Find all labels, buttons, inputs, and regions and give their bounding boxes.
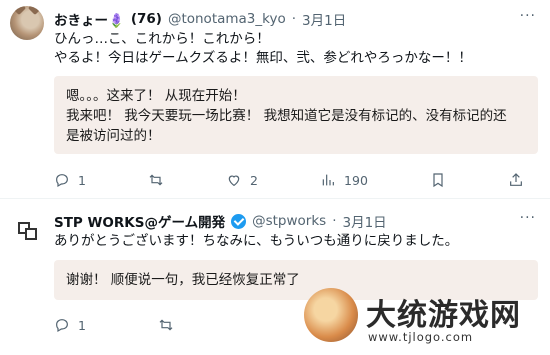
reply-count: 1	[78, 317, 86, 333]
retweet-icon	[149, 174, 163, 186]
retweet-button[interactable]	[148, 172, 164, 188]
handle[interactable]: @tonotama3_kyo	[168, 11, 286, 27]
watermark-url: www.tjlogo.com	[368, 330, 474, 344]
reply-button[interactable]: 1	[54, 172, 86, 188]
display-name[interactable]: おきょー🪻	[54, 9, 125, 29]
verified-badge-icon	[231, 213, 247, 229]
action-bar: 1 2 190	[54, 172, 524, 188]
reply-icon	[56, 174, 68, 188]
tweet-date[interactable]: 3月1日	[342, 211, 386, 231]
more-options-icon[interactable]: ···	[520, 8, 536, 24]
tweet-text-line-1: ありがとうございます！ちなみに、もういつも通りに戻りました。	[54, 233, 459, 249]
heart-icon	[228, 175, 240, 187]
view-count: 190	[344, 172, 368, 188]
retweet-button[interactable]	[158, 317, 174, 333]
site-watermark: 大统游戏网 www.tjlogo.com	[302, 286, 550, 355]
count-badge: (76)	[130, 11, 162, 27]
reply-icon	[56, 319, 68, 333]
tweet-text-line-2: やるよ！今日はゲームクズるよ！無印、弐、参どれやろっかなー！！	[54, 50, 472, 66]
action-bar: 1	[54, 317, 174, 333]
display-name[interactable]: STP WORKS@ゲーム開発	[54, 211, 225, 231]
translation-line-3: 是被访问过的！	[66, 128, 161, 144]
tweet-header: STP WORKS@ゲーム開発 @stpworks · 3月1日	[54, 211, 387, 231]
separator: ·	[291, 11, 297, 27]
tweet-header: おきょー🪻 (76) @tonotama3_kyo · 3月1日	[54, 9, 346, 29]
tweet-okyo[interactable]: おきょー🪻 (76) @tonotama3_kyo · 3月1日 ··· ひんっ…	[0, 0, 550, 196]
like-count: 2	[250, 172, 258, 188]
share-button[interactable]	[508, 172, 524, 188]
views-icon	[322, 174, 334, 186]
translation-line-1: 嗯。。。这来了！ 从现在开始！	[66, 88, 246, 104]
share-icon	[510, 173, 522, 186]
avatar[interactable]	[10, 6, 44, 40]
watermark-logo-icon	[304, 288, 358, 342]
reply-count: 1	[78, 172, 86, 188]
reply-button[interactable]: 1	[54, 317, 86, 333]
translation-line-2: 我来吧！ 我今天要玩一场比赛！ 我想知道它是没有标记的、没有标记的还	[66, 108, 507, 124]
like-button[interactable]: 2	[226, 172, 258, 188]
retweet-icon	[159, 319, 173, 331]
handle[interactable]: @stpworks	[252, 213, 326, 229]
translation-box: 嗯。。。这来了！ 从现在开始！ 我来吧！ 我今天要玩一场比赛！ 我想知道它是没有…	[54, 76, 538, 154]
views-button[interactable]: 190	[320, 172, 368, 188]
tweet-divider	[0, 198, 550, 199]
bookmark-button[interactable]	[430, 172, 446, 188]
watermark-title: 大统游戏网	[366, 298, 521, 333]
tweet-text-line-1: ひんっ…こ、これから！これから！	[54, 31, 270, 47]
bookmark-icon	[433, 173, 443, 188]
more-options-icon[interactable]: ···	[520, 210, 536, 226]
separator: ·	[332, 213, 337, 229]
tweet-date[interactable]: 3月1日	[302, 9, 346, 29]
